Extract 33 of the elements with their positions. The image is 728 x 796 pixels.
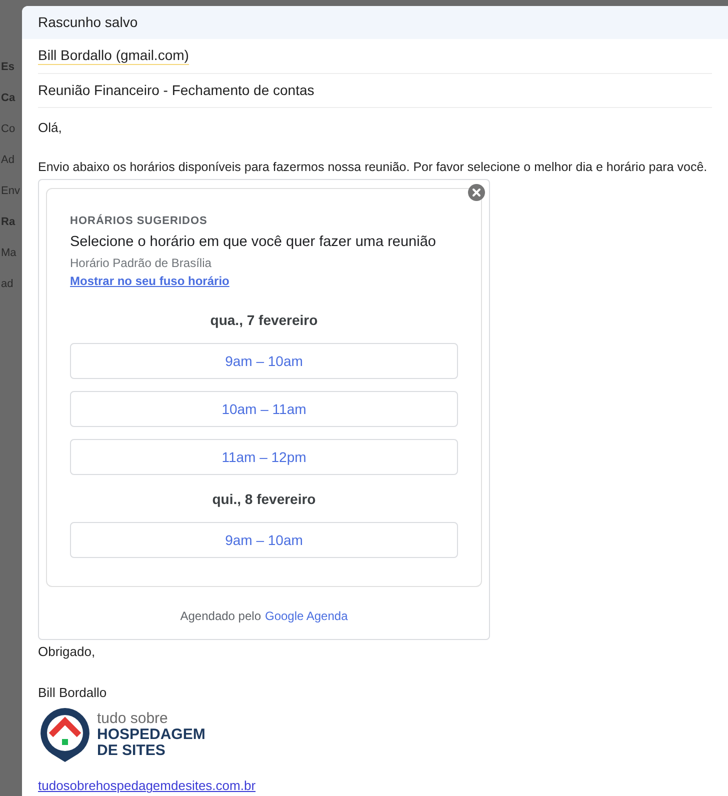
subject-field[interactable]: Reunião Financeiro - Fechamento de contas xyxy=(38,80,314,101)
greeting-text: Olá, xyxy=(38,118,63,137)
recipient-chip[interactable]: Bill Bordallo (gmail.com) xyxy=(38,46,189,66)
time-slot-button[interactable]: 10am – 11am xyxy=(70,391,458,428)
header-title: Rascunho salvo xyxy=(38,13,138,32)
footer-link[interactable]: Google Agenda xyxy=(265,607,348,626)
sidebar-fragment: Co xyxy=(1,122,16,138)
eyebrow-label: HORÁRIOS SUGERIDOS xyxy=(70,213,208,230)
closing-text: Obrigado, xyxy=(38,643,96,662)
sidebar-fragment: ad xyxy=(1,277,14,292)
sidebar-fragment: Ca xyxy=(1,91,16,106)
time-slot-button[interactable]: 9am – 10am xyxy=(70,522,458,558)
footer-text: Agendado pelo xyxy=(180,608,261,626)
time-slot-button[interactable]: 11am – 12pm xyxy=(70,439,458,476)
sidebar-fragment: Es xyxy=(1,60,14,76)
time-slot-button[interactable]: 9am – 10am xyxy=(70,343,458,380)
scheduler-title: Selecione o horário em que você quer fazer uma reunião xyxy=(70,232,437,252)
day-heading: qui., 8 fevereiro xyxy=(211,490,317,510)
logo-tagline: tudo sobre xyxy=(97,711,169,728)
signature-name: Bill Bordallo xyxy=(38,684,108,702)
sidebar-fragment: Ad xyxy=(1,153,14,168)
house-pin-icon xyxy=(38,706,92,764)
logo-wordmark: DE SITES xyxy=(97,743,166,760)
logo-wordmark: HOSPEDAGEM xyxy=(97,727,206,744)
sidebar-fragment: Env xyxy=(1,184,20,200)
day-heading: qua., 7 fevereiro xyxy=(209,311,319,330)
website-link[interactable]: tudosobrehospedagemdesites.com.br xyxy=(38,776,256,796)
close-icon[interactable] xyxy=(468,184,485,202)
timezone-text: Horário Padrão de Brasília xyxy=(70,255,212,272)
intro-text: Envio abaixo os horários disponíveis para fazermos nossa reunião. Por favor selecione o melhor dia e horário para você. xyxy=(38,159,708,176)
sidebar-fragment: Ra xyxy=(1,215,16,230)
sidebar-fragment: Ma xyxy=(1,246,16,262)
timezone-link[interactable]: Mostrar no seu fuso horário xyxy=(70,272,230,290)
